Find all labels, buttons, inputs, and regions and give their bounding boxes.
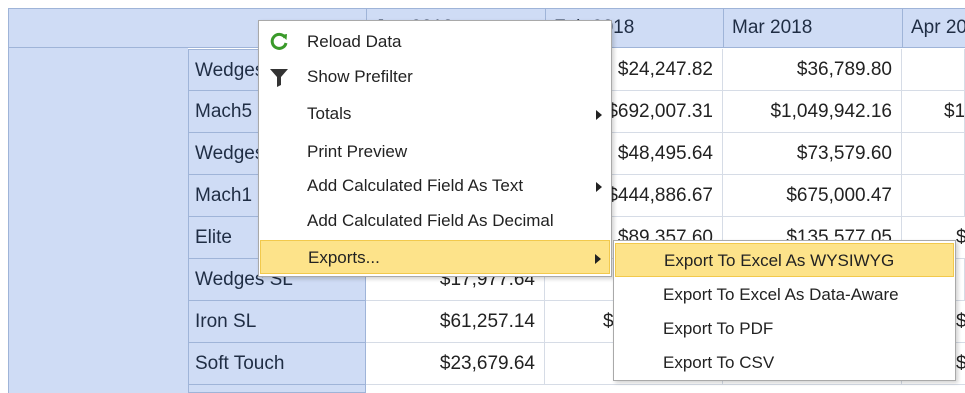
filter-icon	[270, 69, 288, 87]
submenu-arrow-icon	[595, 254, 601, 264]
table-cell[interactable]: $23,679.64	[366, 343, 545, 385]
menu-item-label: Add Calculated Field As Text	[307, 176, 524, 195]
menu-item-exports[interactable]: Exports...	[260, 240, 610, 274]
reload-icon	[270, 32, 288, 50]
column-header-mar-2018[interactable]: Mar 2018	[723, 8, 902, 48]
menu-item-label: Add Calculated Field As Decimal	[307, 211, 554, 230]
table-cell[interactable]: $1	[902, 91, 965, 133]
table-cell[interactable]: $675,000.47	[723, 175, 902, 217]
menu-item-label: Totals	[307, 104, 352, 123]
menu-item-reload-data[interactable]: Reload Data	[260, 25, 610, 59]
menu-item-export-pdf[interactable]: Export To PDF	[615, 312, 954, 346]
menu-item-label: Show Prefilter	[307, 67, 413, 86]
menu-item-label: Exports...	[308, 248, 380, 267]
menu-item-label: Export To Excel As Data-Aware	[663, 285, 899, 304]
table-cell[interactable]: $73,579.60	[723, 133, 902, 175]
submenu-arrow-icon	[596, 110, 602, 120]
menu-item-export-excel-data-aware[interactable]: Export To Excel As Data-Aware	[615, 278, 954, 312]
menu-item-label: Print Preview	[307, 142, 408, 161]
table-cell[interactable]	[902, 49, 965, 91]
menu-item-label: Export To Excel As WYSIWYG	[664, 251, 895, 270]
table-cell[interactable]: $1,049,942.16	[723, 91, 902, 133]
row-header-iron-sl[interactable]: Iron SL	[188, 301, 366, 343]
menu-item-totals[interactable]: Totals	[260, 97, 610, 131]
menu-item-print-preview[interactable]: Print Preview	[260, 135, 610, 169]
menu-item-add-calc-field-decimal[interactable]: Add Calculated Field As Decimal	[260, 204, 610, 238]
table-cell[interactable]	[902, 133, 965, 175]
menu-item-export-excel-wysiwyg[interactable]: Export To Excel As WYSIWYG	[615, 243, 954, 277]
table-cell[interactable]	[902, 175, 965, 217]
row-header-soft-touch[interactable]: Soft Touch	[188, 343, 366, 385]
menu-item-add-calc-field-text[interactable]: Add Calculated Field As Text	[260, 169, 610, 203]
exports-submenu: Export To Excel As WYSIWYG Export To Exc…	[613, 240, 956, 381]
menu-item-export-csv[interactable]: Export To CSV	[615, 346, 954, 380]
table-cell[interactable]: $36,789.80	[723, 49, 902, 91]
menu-item-label: Reload Data	[307, 32, 402, 51]
submenu-arrow-icon	[596, 182, 602, 192]
menu-item-label: Export To PDF	[663, 319, 774, 338]
column-header-apr-2018[interactable]: Apr 2018	[902, 8, 965, 48]
table-cell[interactable]: $61,257.14	[366, 301, 545, 343]
menu-item-show-prefilter[interactable]: Show Prefilter	[260, 60, 610, 94]
row-header-partial	[188, 385, 366, 393]
menu-item-label: Export To CSV	[663, 353, 775, 372]
row-area-blank	[8, 48, 188, 393]
context-menu: Reload Data Show Prefilter Totals Print …	[258, 20, 612, 277]
